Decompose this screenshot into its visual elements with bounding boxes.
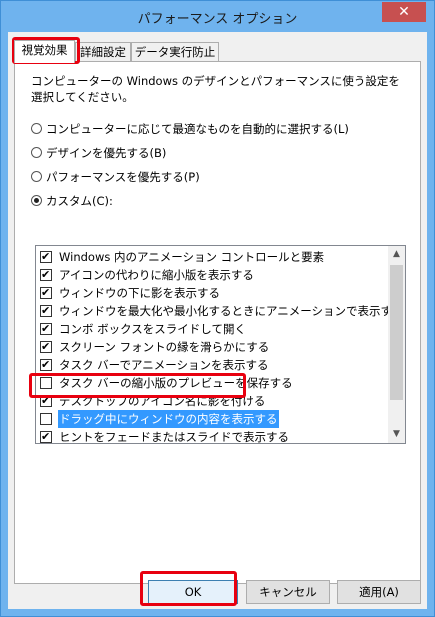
- radio-label: デザインを優先する(B): [46, 146, 167, 160]
- tab-data-execution-prevention[interactable]: データ実行防止: [131, 42, 219, 62]
- dialog-client: 視覚効果 詳細設定 データ実行防止 コンピューターの Windows のデザイン…: [8, 32, 427, 609]
- visual-effects-panel: コンピューターの Windows のデザインとパフォーマンスに使う設定を選択して…: [14, 61, 421, 584]
- performance-options-window: パフォーマンス オプション ✕ 視覚効果 詳細設定 データ実行防止 コンピュータ…: [0, 0, 435, 617]
- radio-label: カスタム(C):: [46, 194, 113, 208]
- radio-button[interactable]: [31, 171, 42, 182]
- list-item-label: ヒントをフェードまたはスライドで表示する: [59, 430, 289, 444]
- cancel-button[interactable]: キャンセル: [246, 580, 330, 604]
- checkbox[interactable]: [40, 266, 52, 284]
- checkbox[interactable]: [40, 338, 52, 356]
- list-item-label: ウィンドウの下に影を表示する: [59, 286, 220, 300]
- checkbox[interactable]: [40, 413, 52, 425]
- list-item-label: Windows 内のアニメーション コントロールと要素: [59, 250, 325, 264]
- radio-button[interactable]: [31, 123, 42, 134]
- checkbox[interactable]: [40, 320, 52, 338]
- title-bar[interactable]: パフォーマンス オプション ✕: [1, 1, 434, 32]
- highlight-drag-contents-item: [29, 373, 246, 398]
- checkbox[interactable]: [40, 248, 52, 266]
- apply-button[interactable]: 適用(A): [337, 580, 421, 604]
- radio-label: コンピューターに応じて最適なものを自動的に選択する(L): [46, 122, 349, 136]
- radio-button[interactable]: [31, 147, 42, 158]
- radio-button[interactable]: [31, 195, 42, 206]
- checkbox[interactable]: [40, 356, 52, 374]
- list-item-label: スクリーン フォントの縁を滑らかにする: [59, 340, 270, 354]
- list-item-label: タスク バーでアニメーションを表示する: [59, 358, 269, 372]
- vertical-scrollbar[interactable]: ▲ ▼: [388, 246, 405, 443]
- checkbox[interactable]: [40, 428, 52, 443]
- effects-list[interactable]: Windows 内のアニメーション コントロールと要素 アイコンの代わりに縮小版…: [35, 245, 406, 444]
- list-item-label: コンボ ボックスをスライドして開く: [59, 322, 246, 336]
- scroll-down-icon[interactable]: ▼: [388, 426, 405, 443]
- list-item-label: ドラッグ中にウィンドウの内容を表示する: [58, 410, 279, 428]
- checkbox[interactable]: [40, 302, 52, 320]
- checkbox[interactable]: [40, 284, 52, 302]
- list-item-label: アイコンの代わりに縮小版を表示する: [59, 268, 254, 282]
- highlight-ok-button: [140, 571, 237, 606]
- scroll-thumb[interactable]: [390, 265, 403, 400]
- list-item-label: ウィンドウを最大化や最小化するときにアニメーションで表示する: [59, 304, 404, 318]
- scroll-up-icon[interactable]: ▲: [388, 246, 405, 263]
- description-text: コンピューターの Windows のデザインとパフォーマンスに使う設定を選択して…: [31, 74, 400, 104]
- window-title: パフォーマンス オプション: [137, 12, 298, 27]
- close-button[interactable]: ✕: [382, 2, 426, 22]
- radio-label: パフォーマンスを優先する(P): [46, 170, 200, 184]
- tab-advanced[interactable]: 詳細設定: [75, 42, 131, 62]
- tab-visual-effects[interactable]: 視覚効果: [14, 40, 75, 63]
